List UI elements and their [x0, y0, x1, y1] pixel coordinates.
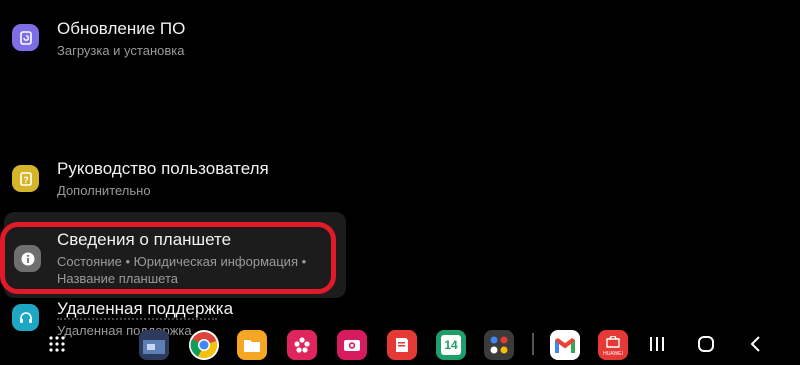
home-icon[interactable] — [692, 330, 720, 358]
gmail-icon[interactable] — [550, 330, 580, 360]
huawei-appgallery-icon[interactable]: HUAWEI — [598, 330, 628, 360]
settings-item-software-update[interactable]: Обновление ПО Загрузка и установка — [0, 0, 348, 70]
settings-item-subtitle: Загрузка и установка — [57, 43, 185, 58]
software-update-icon — [12, 24, 39, 51]
huawei-label: HUAWEI — [603, 351, 623, 357]
settings-item-remote-support[interactable]: Удаленная поддержка Удаленная поддержка — [0, 140, 348, 338]
notes-icon[interactable] — [387, 330, 417, 360]
calendar-icon[interactable]: 14 — [436, 330, 466, 360]
back-icon[interactable] — [742, 330, 770, 358]
info-icon — [14, 245, 41, 272]
calendar-date: 14 — [441, 335, 461, 355]
settings-item-title: Удаленная поддержка — [57, 299, 234, 318]
settings-item-title: Обновление ПО — [57, 19, 186, 38]
recent-apps-icon[interactable] — [643, 330, 671, 358]
flower-app-icon[interactable] — [287, 330, 317, 360]
taskbar-divider — [532, 333, 534, 355]
my-files-icon[interactable] — [237, 330, 267, 360]
settings-item-user-manual[interactable]: ? Руководство пользователя Дополнительно — [0, 70, 348, 198]
photo-app-icon[interactable] — [139, 330, 169, 360]
settings-item-about-tablet[interactable]: Сведения о планшете Состояние • Юридичес… — [4, 212, 346, 298]
settings-item-subtitle: Состояние • Юридическая информация • Наз… — [57, 254, 307, 286]
settings-item-title: Сведения о планшете — [57, 230, 232, 249]
app-drawer-icon[interactable] — [43, 330, 71, 358]
app-folder-icon[interactable] — [484, 330, 514, 360]
chrome-icon[interactable] — [189, 330, 219, 360]
camera-icon[interactable] — [337, 330, 367, 360]
